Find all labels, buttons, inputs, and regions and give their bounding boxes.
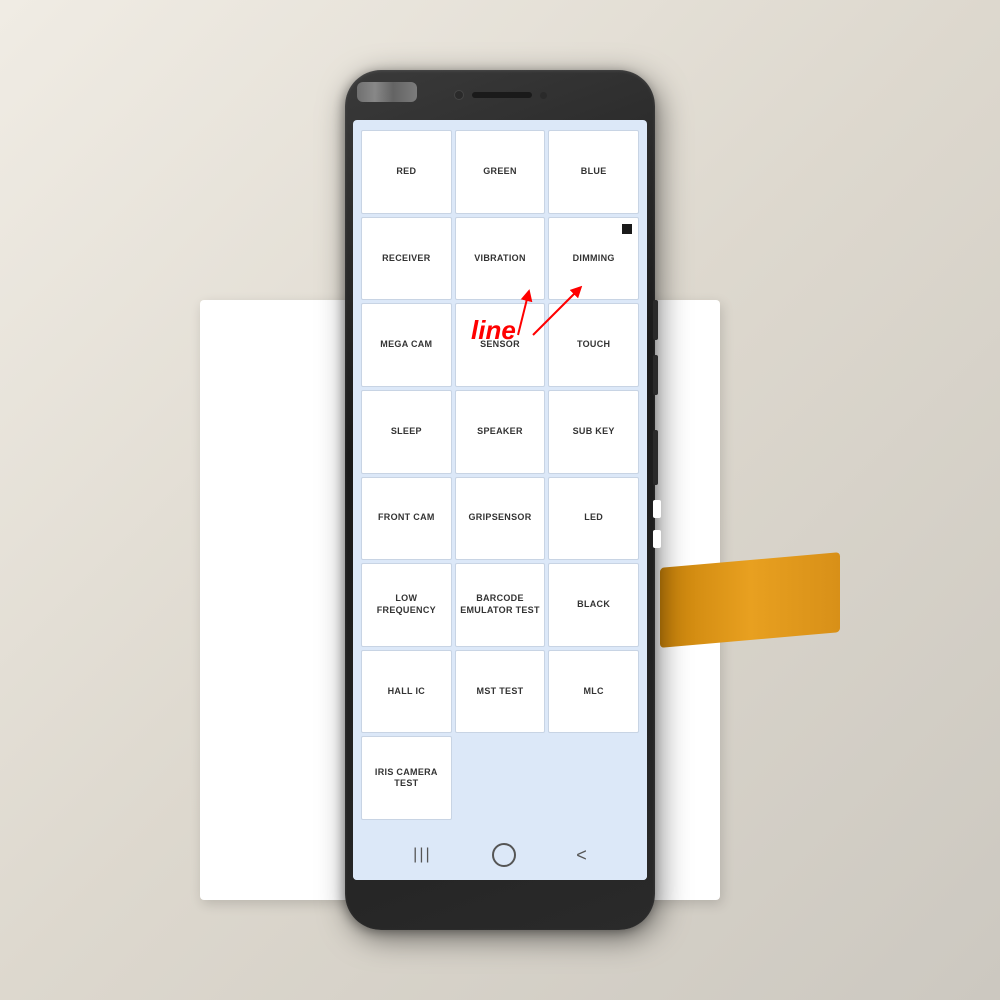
button-led[interactable]: LED <box>548 477 639 561</box>
volume-up-button[interactable] <box>653 300 658 340</box>
volume-down-button[interactable] <box>653 355 658 395</box>
button-receiver[interactable]: RECEIVER <box>361 217 452 301</box>
button-green[interactable]: GREEN <box>455 130 546 214</box>
flex-cable <box>660 552 840 648</box>
sensor-dot <box>540 92 547 99</box>
front-camera-dot <box>454 90 464 100</box>
recent-apps-icon[interactable]: ||| <box>413 846 431 864</box>
button-sleep[interactable]: SLEEP <box>361 390 452 474</box>
button-mst-test[interactable]: MST TEST <box>455 650 546 734</box>
home-icon[interactable] <box>492 843 516 867</box>
earpiece-speaker <box>472 92 532 98</box>
button-gripsensor[interactable]: GRIPSENSOR <box>455 477 546 561</box>
button-black[interactable]: BLACK <box>548 563 639 647</box>
button-speaker[interactable]: SPEAKER <box>455 390 546 474</box>
button-dimming[interactable]: DIMMING <box>548 217 639 301</box>
button-iris-camera[interactable]: IRIS CAMERA TEST <box>361 736 452 820</box>
connector-tab-1 <box>653 500 661 518</box>
phone-top-bar <box>410 78 590 112</box>
phone-device: RED GREEN BLUE RECEIVER VIBRATION DIMMIN… <box>345 70 655 930</box>
button-low-frequency[interactable]: LOW FREQUENCY <box>361 563 452 647</box>
button-sensor[interactable]: SENSOR <box>455 303 546 387</box>
connector-tab-2 <box>653 530 661 548</box>
button-sub-key[interactable]: SUB KEY <box>548 390 639 474</box>
button-mega-cam[interactable]: MEGA CAM <box>361 303 452 387</box>
button-red[interactable]: RED <box>361 130 452 214</box>
button-barcode-emulator[interactable]: BARCODE EMULATOR TEST <box>455 563 546 647</box>
navigation-bar: ||| < <box>353 830 647 880</box>
button-mlc[interactable]: MLC <box>548 650 639 734</box>
dimming-dot <box>622 224 632 234</box>
button-blue[interactable]: BLUE <box>548 130 639 214</box>
back-icon[interactable]: < <box>576 845 587 866</box>
phone-scratch <box>357 82 417 102</box>
button-front-cam[interactable]: FRONT CAM <box>361 477 452 561</box>
power-button[interactable] <box>653 430 658 485</box>
button-vibration[interactable]: VIBRATION <box>455 217 546 301</box>
button-hall-ic[interactable]: HALL IC <box>361 650 452 734</box>
button-touch[interactable]: TOUCH <box>548 303 639 387</box>
phone-screen: RED GREEN BLUE RECEIVER VIBRATION DIMMIN… <box>353 120 647 880</box>
test-grid: RED GREEN BLUE RECEIVER VIBRATION DIMMIN… <box>353 120 647 830</box>
